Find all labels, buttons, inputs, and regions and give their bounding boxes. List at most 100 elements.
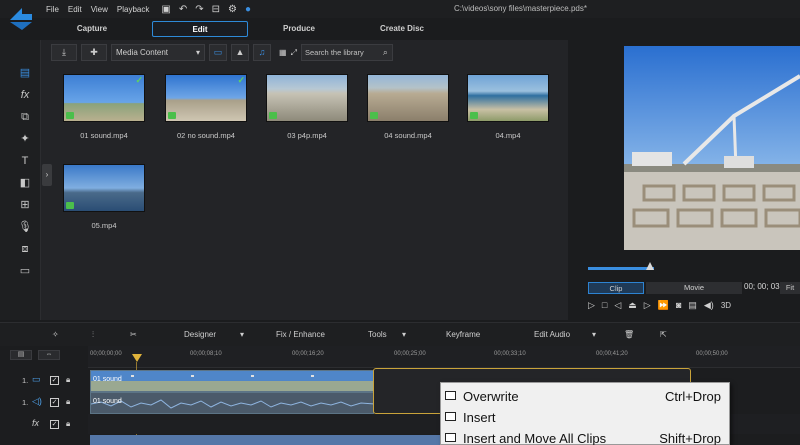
library-clip[interactable]: ✓ 02 no sound.mp4 [165,74,249,140]
menu-view[interactable]: View [91,5,108,14]
export-icon[interactable]: ⇱ [660,330,667,339]
chevron-down-icon[interactable]: ▾ [592,330,596,339]
grid-view-icon[interactable]: ▦ [279,48,287,57]
cut-icon[interactable]: ✂ [130,330,137,339]
library-clip[interactable]: ✓ 01 sound.mp4 [63,74,147,140]
clip-filename: 04 sound.mp4 [384,131,432,140]
fast-forward-icon[interactable]: ⏩ [658,300,669,311]
menu-playback[interactable]: Playback [117,5,149,14]
expand-panel-button[interactable]: › [42,164,52,186]
tab-produce[interactable]: Produce [254,21,344,37]
effects-room-icon[interactable]: fx [17,88,33,102]
camera-icon[interactable]: ◙ [676,300,681,310]
timeline-audio-clip[interactable]: 01 sound [90,392,374,414]
delete-icon[interactable]: 🗑 [624,330,634,339]
clip-filename: 01 sound.mp4 [80,131,128,140]
tab-edit[interactable]: Edit [152,21,248,37]
lock-icon[interactable]: 🔒︎ [66,375,70,385]
library-clip[interactable]: 03 p4p.mp4 [266,74,350,140]
lock-icon[interactable]: 🔒︎ [66,419,70,429]
menu-edit[interactable]: Edit [68,5,82,14]
fit-timeline-icon[interactable]: ⇔ [38,350,60,360]
keyframe-button[interactable]: Keyframe [446,330,480,339]
video-badge-icon [66,112,74,119]
audio-mixing-icon[interactable]: ⊞ [17,198,33,212]
video-filter-icon[interactable]: ▭ [209,44,227,61]
preview-scrubber-handle[interactable] [646,262,654,270]
voice-over-icon[interactable]: 🎙 [17,220,33,234]
clip-mode-button[interactable]: Clip [588,282,644,294]
playhead-handle[interactable] [132,354,142,362]
particle-room-icon[interactable]: ✦ [17,132,33,146]
account-icon[interactable]: ● [245,4,251,15]
media-filter-select[interactable]: Media Content ▾ [111,44,205,61]
fullscreen-icon[interactable]: ⤢ [291,48,297,58]
designer-menu[interactable]: Designer [184,330,216,339]
lock-icon[interactable]: 🔒︎ [66,397,70,407]
plugins-icon[interactable]: ✚ [81,44,107,61]
undo-icon[interactable]: ↶ [179,4,187,15]
previous-frame-icon[interactable]: ◁ [614,300,621,311]
insert-icon [445,412,456,421]
import-media-icon[interactable]: ⤓ [51,44,77,61]
audio-track-icon: ◁) [32,396,42,406]
ruler-tick-label: 00;00;08;10 [190,351,222,357]
image-filter-icon[interactable]: ▲ [231,44,249,61]
play-icon[interactable]: ▷ [588,300,595,311]
chevron-down-icon[interactable]: ▾ [240,330,244,339]
transition-room-icon[interactable]: ◧ [17,176,33,190]
subtitle-icon[interactable]: ▤ [688,300,697,311]
redo-icon[interactable]: ↷ [195,4,203,15]
fit-button[interactable]: Fit [780,282,800,294]
audio-filter-icon[interactable]: ♫ [253,44,271,61]
insert-menu-item[interactable]: Insert [441,407,731,428]
magic-tools-icon[interactable]: ✧ [52,330,59,339]
track-manager-icon[interactable]: ▤ [10,350,32,360]
pip-room-icon[interactable]: ⧉ [17,110,33,124]
chapter-room-icon[interactable]: ⧈ [17,242,33,256]
library-clip[interactable]: 04.mp4 [467,74,551,140]
library-clip[interactable]: 04 sound.mp4 [367,74,451,140]
in-use-check-icon: ✓ [135,75,143,85]
menu-file[interactable]: File [46,5,59,14]
snapshot-icon[interactable]: ⏏ [628,300,637,311]
search-placeholder: Search the library [304,48,364,57]
preview-scrubber-track[interactable] [588,267,654,270]
insert-move-all-menu-item[interactable]: Insert and Move All Clips Shift+Drop [441,428,731,445]
tools-menu[interactable]: Tools [368,330,387,339]
media-room-icon[interactable]: ▤ [17,66,33,80]
search-icon: ⌕ [382,47,388,57]
title-room-icon[interactable]: T [17,154,33,168]
volume-icon[interactable]: ◀) [704,300,714,311]
menu-item-label: Insert and Move All Clips [463,431,607,445]
main-tabs: Capture Edit Produce Create Disc [40,19,800,39]
track-enable-checkbox[interactable]: ✓ [50,376,59,385]
three-d-toggle[interactable]: 3D [721,301,731,310]
edit-audio-menu[interactable]: Edit Audio [534,330,570,339]
project-file-path: C:\videos\sony files\masterpiece.pds* [454,4,587,13]
library-clip[interactable]: 05.mp4 [63,164,147,230]
stop-icon[interactable]: □ [602,300,607,310]
ruler-tick-label: 00;00;00;00 [90,351,122,357]
movie-mode-button[interactable]: Movie [646,282,742,294]
settings-icon[interactable]: ⚙ [228,4,237,15]
ruler-tick-label: 00;00;25;00 [394,351,426,357]
audio-track-header: 1. ◁) ✓ 🔒︎ [0,392,88,414]
save-icon[interactable]: ▣ [161,4,170,15]
subtitle-room-icon[interactable]: ▭ [17,264,33,278]
clip-filename: 05.mp4 [91,221,117,230]
fix-enhance-button[interactable]: Fix / Enhance [276,330,325,339]
track-enable-checkbox[interactable]: ✓ [50,420,59,429]
clip-thumbnail [367,74,449,122]
track-enable-checkbox[interactable]: ✓ [50,398,59,407]
split-icon[interactable]: ⫶ [92,330,94,340]
timeline-video-clip[interactable]: 01 sound [90,370,374,392]
library-search-input[interactable]: Search the library ⌕ [300,44,393,61]
timeline-ruler[interactable]: 00;00;00;00 00;00;08;10 00;00;16;20 00;0… [88,346,800,368]
tab-create-disc[interactable]: Create Disc [356,21,448,37]
tab-capture[interactable]: Capture [48,21,136,37]
capture-frame-icon[interactable]: ⊟ [212,4,220,15]
chevron-down-icon[interactable]: ▾ [402,330,406,339]
next-frame-icon[interactable]: ▷ [644,300,651,311]
overwrite-menu-item[interactable]: Overwrite Ctrl+Drop [441,386,731,407]
